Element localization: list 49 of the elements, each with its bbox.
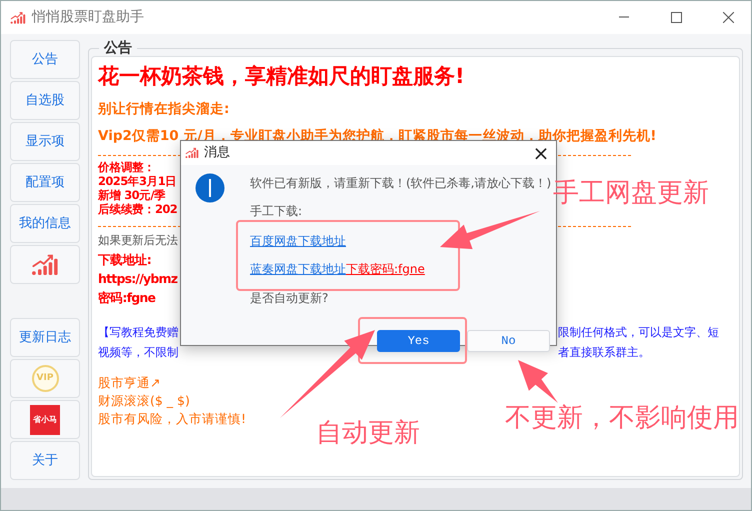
notice-text: 视频等，不限制 (98, 344, 178, 361)
password-link[interactable]: 下载密码:fgne (346, 262, 425, 276)
notice-text: 价格调整： (98, 160, 156, 174)
download-link[interactable]: 蓝奏网盘下载地址 (250, 262, 346, 276)
maximize-icon (670, 12, 682, 23)
notice-text: 2025年3月1日 (98, 174, 177, 188)
notice-text: 如果更新后无法 (98, 232, 178, 249)
dialog-button[interactable]: Yes (377, 330, 460, 352)
window-title: 悄悄股票盯盘助手 (32, 8, 144, 27)
dialog-button[interactable]: No (467, 330, 550, 352)
notice-text: 者直接联系群主。 (558, 344, 650, 361)
close-button[interactable]: × (526, 141, 556, 165)
notice-text: 新增 30元/季 (98, 188, 166, 202)
info-icon (195, 173, 225, 203)
headline: 花一杯奶茶钱，享精准如尺的盯盘服务! (98, 63, 465, 90)
callout-arrow (518, 360, 558, 403)
notice-text: 股市有风险，入市请谨慎! (98, 410, 246, 428)
notice-text: 后续续费：202 (98, 202, 178, 216)
question-text: 是否自动更新? (250, 290, 330, 306)
sidebar-button[interactable]: 更新日志 (10, 318, 80, 357)
section-label: 手工下载: (250, 203, 304, 219)
dialog-title: 消息 (204, 144, 230, 162)
notice-text: 密码:fgne (98, 289, 156, 307)
chart-button[interactable] (10, 245, 80, 284)
close-icon (722, 12, 734, 23)
vip-badge: VIP (32, 365, 58, 392)
sidebar-button[interactable]: 配置项 (10, 163, 80, 202)
download-link[interactable]: 百度网盘下载地址 (250, 234, 346, 248)
sidebar-button[interactable]: 关于 (10, 441, 80, 480)
group-title: 公告 (102, 40, 133, 56)
annotation-text: 不更新，不影响使用 (505, 403, 739, 433)
notice-text: 限制任何格式，可以是文字、短 (558, 324, 719, 341)
notice-text: 【写教程免费赠 (98, 324, 178, 341)
notice-text: https://ybmz (98, 270, 178, 288)
annotation-text: 自动更新 (316, 418, 420, 448)
app-logo-icon (185, 147, 199, 159)
notice-text: 下载地址: (98, 251, 151, 269)
notice-text: 别让行情在指尖溜走: (98, 100, 230, 118)
notice-text: 财源滚滚($ _ $) (98, 392, 190, 410)
bar-chart-icon (31, 252, 59, 276)
sidebar-button[interactable]: 显示项 (10, 122, 80, 161)
app-logo-icon (10, 10, 26, 24)
sidebar-button[interactable]: 公告 (10, 40, 80, 79)
notice-text: 股市亨通↗ (98, 374, 160, 392)
logo-button[interactable]: 省小马 (10, 400, 80, 439)
sidebar-button[interactable]: 我的信息 (10, 204, 80, 243)
brand-logo: 省小马 (30, 404, 60, 434)
sidebar-button[interactable]: 自选股 (10, 81, 80, 120)
message-text: 软件已有新版，请重新下载！(软件已杀毒,请放心下载！) (250, 175, 552, 191)
